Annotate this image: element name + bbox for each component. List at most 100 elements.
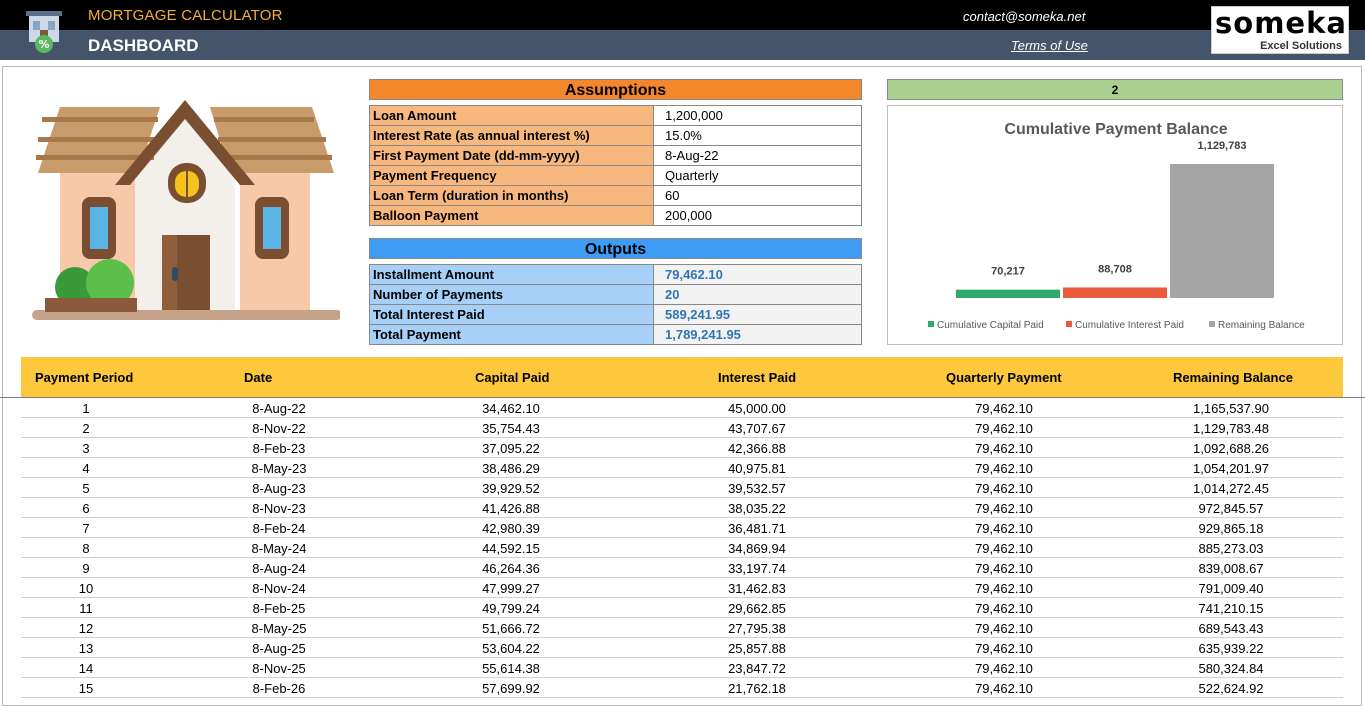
cell-capital-paid: 38,486.29 bbox=[482, 461, 540, 476]
interest-rate-input[interactable]: 15.0% bbox=[653, 125, 862, 146]
col-payment-period: Payment Period bbox=[35, 370, 134, 385]
cell-remaining-balance: 1,014,272.45 bbox=[1193, 481, 1269, 496]
svg-text:%: % bbox=[38, 38, 49, 51]
cell-remaining-balance: 885,273.03 bbox=[1198, 541, 1264, 556]
cell-capital-paid: 46,264.36 bbox=[482, 561, 540, 576]
cell-period: 5 bbox=[82, 481, 90, 496]
cell-remaining-balance: 929,865.18 bbox=[1198, 521, 1264, 536]
table-row: 2 8-Nov-22 35,754.43 43,707.67 79,462.10 1,12… bbox=[21, 418, 1343, 438]
cell-quarterly-payment: 79,462.10 bbox=[975, 421, 1033, 436]
number-of-payments-value: 20 bbox=[653, 284, 862, 305]
cell-period: 4 bbox=[82, 461, 90, 476]
assumptions-table: Loan Amount 1,200,000 Interest Rate (as … bbox=[369, 105, 862, 226]
cell-remaining-balance: 1,165,537.90 bbox=[1193, 401, 1269, 416]
installment-amount-value: 79,462.10 bbox=[653, 264, 862, 285]
cell-quarterly-payment: 79,462.10 bbox=[975, 581, 1033, 596]
col-interest-paid: Interest Paid bbox=[718, 370, 797, 385]
cell-interest-paid: 25,857.88 bbox=[728, 641, 786, 656]
cell-capital-paid: 47,999.27 bbox=[482, 581, 540, 596]
cell-remaining-balance: 1,054,201.97 bbox=[1193, 461, 1269, 476]
loan-term-input[interactable]: 60 bbox=[653, 185, 862, 206]
cell-date: 8-Aug-23 bbox=[252, 481, 306, 496]
cell-date: 8-Aug-22 bbox=[252, 401, 306, 416]
cell-capital-paid: 39,929.52 bbox=[482, 481, 540, 496]
cell-date: 8-Feb-23 bbox=[252, 441, 306, 456]
terms-of-use-link[interactable]: Terms of Use bbox=[1011, 38, 1088, 53]
chart-data-label: 1,129,783 bbox=[1198, 140, 1247, 152]
cell-remaining-balance: 1,092,688.26 bbox=[1193, 441, 1269, 456]
cell-remaining-balance: 972,845.57 bbox=[1198, 501, 1264, 516]
col-remaining-balance: Remaining Balance bbox=[1173, 370, 1293, 385]
cell-capital-paid: 53,604.22 bbox=[482, 641, 540, 656]
output-label: Number of Payments bbox=[369, 284, 654, 305]
assumption-row: First Payment Date (dd-mm-yyyy) 8-Aug-22 bbox=[369, 145, 862, 166]
cell-period: 3 bbox=[82, 441, 90, 456]
output-label: Total Interest Paid bbox=[369, 304, 654, 325]
app-header: % MORTGAGE CALCULATOR DASHBOARD contact@… bbox=[0, 0, 1365, 60]
contact-email-link[interactable]: contact@someka.net bbox=[963, 9, 1085, 24]
cell-remaining-balance: 1,129,783.48 bbox=[1193, 421, 1269, 436]
cell-period: 2 bbox=[82, 421, 90, 436]
cell-date: 8-Feb-26 bbox=[252, 681, 306, 696]
table-row: 5 8-Aug-23 39,929.52 39,532.57 79,462.10 1,01… bbox=[21, 478, 1343, 498]
chart-data-label: 70,217 bbox=[991, 266, 1025, 278]
cell-interest-paid: 36,481.71 bbox=[728, 521, 786, 536]
table-row: 15 8-Feb-26 57,699.92 21,762.18 79,462.10 522… bbox=[21, 678, 1343, 698]
legend-swatch bbox=[1209, 321, 1215, 327]
cell-date: 8-Feb-24 bbox=[252, 521, 306, 536]
house-percent-icon: % bbox=[26, 11, 62, 53]
assumption-label: Interest Rate (as annual interest %) bbox=[369, 125, 654, 146]
cell-capital-paid: 34,462.10 bbox=[482, 401, 540, 416]
assumption-row: Interest Rate (as annual interest %) 15.… bbox=[369, 125, 862, 146]
assumption-row: Loan Amount 1,200,000 bbox=[369, 105, 862, 126]
cell-capital-paid: 55,614.38 bbox=[482, 661, 540, 676]
cell-remaining-balance: 635,939.22 bbox=[1198, 641, 1264, 656]
balloon-payment-input[interactable]: 200,000 bbox=[653, 205, 862, 226]
assumption-label: Payment Frequency bbox=[369, 165, 654, 186]
cell-capital-paid: 37,095.22 bbox=[482, 441, 540, 456]
cell-period: 8 bbox=[82, 541, 90, 556]
assumption-label: Loan Term (duration in months) bbox=[369, 185, 654, 206]
cell-quarterly-payment: 79,462.10 bbox=[975, 561, 1033, 576]
assumption-label: First Payment Date (dd-mm-yyyy) bbox=[369, 145, 654, 166]
cell-quarterly-payment: 79,462.10 bbox=[975, 501, 1033, 516]
table-row: 14 8-Nov-25 55,614.38 23,847.72 79,462.10 580… bbox=[21, 658, 1343, 678]
cell-interest-paid: 34,869.94 bbox=[728, 541, 786, 556]
legend-entry: Cumulative Capital Paid bbox=[937, 320, 1044, 331]
chart-bar bbox=[1063, 287, 1167, 298]
table-row: 4 8-May-23 38,486.29 40,975.81 79,462.10 1,05… bbox=[21, 458, 1343, 478]
col-quarterly-payment: Quarterly Payment bbox=[946, 370, 1062, 385]
first-payment-date-input[interactable]: 8-Aug-22 bbox=[653, 145, 862, 166]
cell-date: 8-May-25 bbox=[251, 621, 307, 636]
payment-frequency-select[interactable]: Quarterly bbox=[653, 165, 862, 186]
loan-amount-input[interactable]: 1,200,000 bbox=[653, 105, 862, 126]
table-row: 8 8-May-24 44,592.15 34,869.94 79,462.10 885,… bbox=[21, 538, 1343, 558]
house-illustration bbox=[32, 100, 340, 320]
cell-interest-paid: 27,795.38 bbox=[728, 621, 786, 636]
cell-period: 6 bbox=[82, 501, 90, 516]
cell-period: 13 bbox=[78, 641, 94, 656]
output-row: Total Payment 1,789,241.95 bbox=[369, 324, 862, 345]
table-row: 1 8-Aug-22 34,462.10 45,000.00 79,462.10 1,16… bbox=[21, 398, 1343, 418]
cell-remaining-balance: 741,210.15 bbox=[1198, 601, 1264, 616]
cell-date: 8-Feb-25 bbox=[252, 601, 306, 616]
cell-remaining-balance: 522,624.92 bbox=[1198, 681, 1264, 696]
output-row: Number of Payments 20 bbox=[369, 284, 862, 305]
chart-canvas: Cumulative Payment Balance 70,217 88,708 1,… bbox=[928, 121, 1305, 331]
cell-remaining-balance: 839,008.67 bbox=[1198, 561, 1264, 576]
someka-logo[interactable]: someka Excel Solutions bbox=[1211, 6, 1349, 54]
cell-remaining-balance: 689,543.43 bbox=[1198, 621, 1264, 636]
cell-quarterly-payment: 79,462.10 bbox=[975, 621, 1033, 636]
cell-quarterly-payment: 79,462.10 bbox=[975, 601, 1033, 616]
cell-capital-paid: 42,980.39 bbox=[482, 521, 540, 536]
outputs-table: Installment Amount 79,462.10 Number of P… bbox=[369, 264, 862, 345]
cell-interest-paid: 43,707.67 bbox=[728, 421, 786, 436]
assumption-row: Balloon Payment 200,000 bbox=[369, 205, 862, 226]
cell-quarterly-payment: 79,462.10 bbox=[975, 681, 1033, 696]
cell-capital-paid: 41,426.88 bbox=[482, 501, 540, 516]
cell-interest-paid: 39,532.57 bbox=[728, 481, 786, 496]
table-row: 13 8-Aug-25 53,604.22 25,857.88 79,462.10 635… bbox=[21, 638, 1343, 658]
cell-date: 8-May-23 bbox=[251, 461, 307, 476]
chart-period-selector[interactable]: 2 bbox=[887, 79, 1343, 100]
cell-capital-paid: 51,666.72 bbox=[482, 621, 540, 636]
